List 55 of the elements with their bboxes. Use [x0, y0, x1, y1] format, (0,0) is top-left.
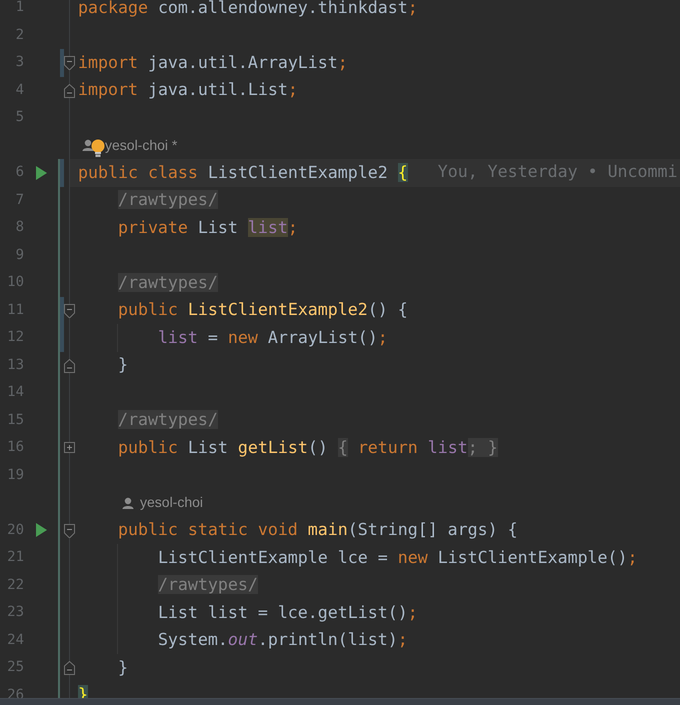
run-icon[interactable] [35, 523, 47, 538]
code-line: public class ListClientExample2 { [78, 162, 408, 184]
fold-end-icon[interactable] [64, 358, 75, 372]
line-number: 23 [6, 603, 24, 622]
line-number: 6 [14, 163, 24, 182]
line-number: 12 [6, 328, 24, 348]
fold-end-icon[interactable] [64, 84, 75, 98]
line-number: 19 [6, 466, 24, 485]
author-hint[interactable]: yesol-choi * [105, 134, 178, 156]
fold-start-icon[interactable] [64, 304, 75, 318]
line-number: 15 [6, 410, 24, 430]
line-number: 4 [14, 80, 24, 100]
line-number: 1 [14, 0, 24, 18]
change-marker[interactable] [60, 324, 64, 352]
code-line: System.out.println(list); [156, 629, 408, 652]
line-number: 5 [14, 108, 24, 128]
line-number: 11 [6, 300, 24, 320]
blame-annotation: You, Yesterday • Uncommi [438, 161, 678, 184]
line-number: 8 [14, 218, 24, 238]
line-number: 3 [14, 53, 24, 72]
code-line: private List list; [116, 216, 298, 239]
code-line: import java.util.ArrayList; [78, 52, 348, 74]
change-marker[interactable] [60, 159, 64, 186]
line-number: 22 [6, 576, 24, 595]
line-number: 16 [6, 438, 24, 458]
change-marker[interactable] [60, 296, 64, 324]
expand-icon[interactable] [64, 441, 75, 455]
code-line: } [116, 354, 128, 376]
code-line: public static void main(String[] args) { [116, 519, 518, 542]
person-icon [122, 496, 134, 509]
line-number: 14 [6, 383, 24, 402]
line-number: 20 [6, 520, 24, 540]
fold-start-icon[interactable] [64, 56, 75, 70]
line-number: 7 [14, 190, 24, 210]
change-marker[interactable] [60, 49, 64, 76]
code-line: package com.allendowney.thinkdast; [78, 0, 418, 19]
code-line: List list = lce.getList(); [156, 602, 418, 624]
code-line: public List getList() { return list; } [116, 436, 498, 459]
line-number: 2 [14, 26, 24, 45]
fold-start-icon[interactable] [64, 524, 75, 538]
line-number: 21 [6, 548, 24, 568]
run-icon[interactable] [35, 166, 47, 180]
code-line: list = new ArrayList(); [156, 326, 388, 349]
code-line: import java.util.List; [78, 79, 298, 102]
line-number: 13 [6, 356, 24, 375]
code-line: public ListClientExample2() { [116, 299, 408, 322]
line-number: 10 [6, 273, 24, 292]
fold-end-icon[interactable] [64, 661, 75, 675]
code-line: } [116, 656, 128, 679]
code-line: ListClientExample lce = new ListClientExample(); [156, 546, 638, 569]
author-hint[interactable]: yesol-choi [140, 492, 204, 514]
person-icon [82, 139, 94, 152]
line-number: 25 [6, 658, 24, 678]
line-number: 24 [6, 630, 24, 650]
line-number: 9 [14, 246, 24, 265]
